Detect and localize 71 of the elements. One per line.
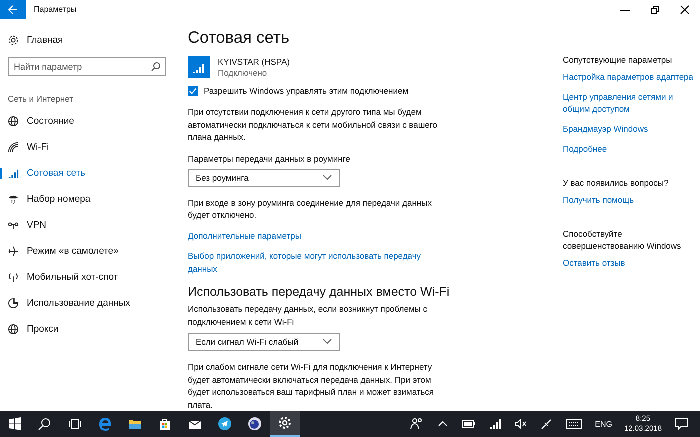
battery-icon[interactable] (462, 420, 476, 428)
store-bag-icon (158, 417, 172, 431)
network-status: Подключено (218, 68, 268, 78)
questions-heading: У вас появились вопросы? (563, 177, 670, 189)
sidebar-item[interactable]: VPN (0, 212, 180, 238)
sidebar-item[interactable]: Прокси (0, 316, 180, 342)
sidebar-item[interactable]: Использование данных (0, 290, 180, 316)
restore-icon (650, 4, 660, 14)
folder-icon (128, 417, 142, 431)
notification-icon[interactable] (675, 418, 688, 430)
network-name: KYIVSTAR (HSPA) (218, 56, 290, 66)
sidebar-item[interactable]: Режим «в самолете» (0, 238, 180, 264)
people-icon[interactable] (410, 418, 424, 430)
search-icon (151, 62, 161, 72)
link[interactable]: Дополнительные параметры (188, 230, 433, 242)
close-icon (680, 4, 690, 14)
settings-icon (278, 416, 292, 430)
description-text: При отсутствии подключения к сети другого типа мы будем автоматически подключаться к сети мобильной связи с вашего плана данных. (188, 106, 439, 144)
link[interactable]: Оставить отзыв (563, 257, 700, 269)
taskbar-button[interactable] (270, 411, 300, 437)
signal-bars-icon (8, 168, 19, 178)
link[interactable]: Подробнее (563, 143, 700, 155)
airplane-icon (8, 246, 19, 256)
roaming-dropdown[interactable]: Без роуминга (188, 168, 340, 186)
link[interactable]: Выбор приложений, которые могут использовать передачу данных (188, 250, 433, 275)
window-title: Параметры (34, 5, 77, 14)
section-title: Использовать передачу данных вместо Wi-Fi (188, 285, 451, 299)
home-nav-item[interactable]: Главная (0, 31, 180, 49)
wifi-fallback-description: При слабом сигнале сети Wi-Fi для подключения к Интернету будет автоматически включаться передача данных. При этом будет использоваться ваш тарифный план и может взиматься плата. (188, 361, 436, 411)
search-field[interactable]: Найти параметр (8, 57, 166, 76)
feedback-heading: Способствуйте совершенствованию Windows (563, 228, 682, 252)
pie-chart-icon (8, 298, 19, 308)
signal-bars-icon[interactable] (490, 419, 502, 429)
paper-plane-icon (218, 417, 232, 431)
sidebar-item[interactable]: Wi-Fi (0, 134, 180, 160)
link[interactable]: Центр управления сетями и общим доступом (563, 91, 700, 115)
chevron-up-icon[interactable] (438, 419, 448, 429)
link[interactable]: Настройка параметров адаптера (563, 71, 700, 83)
roaming-label: Параметры передачи данных в роуминге (188, 154, 352, 164)
sphere-icon (248, 417, 262, 431)
section-heading: Сеть и Интернет (8, 94, 74, 104)
chevron-down-icon (323, 174, 332, 180)
wifi-fallback-label: Использовать передачу данных, если возникнут проблемы с подключением к сети Wi-Fi (188, 303, 429, 328)
gear-icon (8, 34, 19, 46)
globe-icon (8, 324, 19, 334)
browser-icon (98, 417, 112, 431)
checkbox-label: Разрешить Windows управлять этим подключением (204, 86, 409, 96)
globe-icon (8, 116, 19, 126)
checkbox[interactable] (188, 86, 198, 96)
chevron-down-icon (323, 339, 332, 345)
cellular-signal-icon (188, 56, 210, 78)
sidebar-item[interactable]: Набор номера (0, 186, 180, 212)
link[interactable]: Брандмауэр Windows (563, 123, 700, 135)
keyboard-icon[interactable] (566, 419, 582, 429)
link[interactable]: Получить помощь (563, 194, 700, 206)
back-button[interactable] (0, 0, 26, 19)
back-arrow-icon (8, 4, 18, 14)
input-language-indicator[interactable]: ENG (595, 420, 612, 428)
roaming-description: При входе в зону роуминга соединение для передачи данных будет отключено. (188, 196, 433, 222)
muted-speaker-icon[interactable] (515, 419, 528, 429)
wifi-fallback-dropdown[interactable]: Если сигнал Wi-Fi слабый (188, 333, 340, 351)
wifi-icon (8, 142, 19, 152)
start-icon (8, 417, 22, 431)
related-settings-heading: Сопутствующие параметры (563, 54, 674, 66)
sidebar-item[interactable]: Состояние (0, 108, 180, 134)
sidebar-item[interactable]: Мобильный хот-спот (0, 264, 180, 290)
hotspot-icon (8, 272, 19, 282)
sidebar-item[interactable]: Сотовая сеть (0, 160, 180, 186)
task-view-icon (68, 417, 82, 431)
page-title: Сотовая сеть (188, 29, 291, 48)
search-icon (38, 417, 52, 431)
